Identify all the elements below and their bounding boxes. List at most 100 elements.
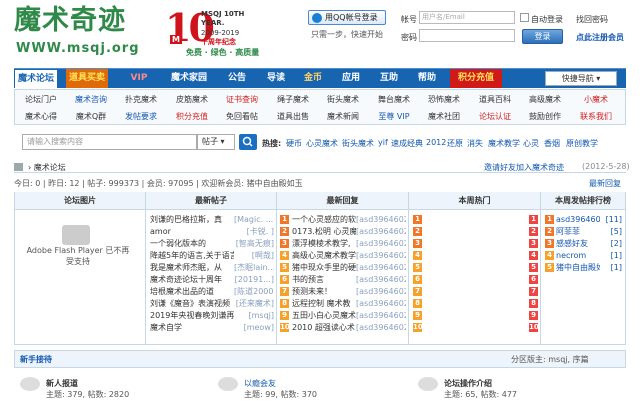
subnav-item[interactable]: 论坛门户 <box>15 94 67 105</box>
subnav-item[interactable]: 高级魔术 <box>519 94 571 105</box>
latest-reply-link[interactable]: 最新回复 <box>589 178 621 189</box>
subnav-item[interactable]: 绳子魔术 <box>267 94 319 105</box>
nav-guide[interactable]: 导读 <box>255 69 297 88</box>
forum-name[interactable]: 以瘾会友 <box>244 378 276 389</box>
latest-reply-title[interactable]: 书的预言 <box>292 274 356 285</box>
latest-reply-author[interactable]: [asd39646026] <box>356 310 406 321</box>
auto-login-checkbox[interactable] <box>520 13 529 22</box>
subnav-item[interactable]: 扑克魔术 <box>115 94 167 105</box>
search-input[interactable]: 请输入搜索内容 <box>22 134 197 150</box>
search-button[interactable] <box>239 134 257 150</box>
latest-reply-title[interactable]: 猪中现众手里的硬 <box>292 262 356 273</box>
latest-post-title[interactable]: 降越5年的语言,关于语言. <box>150 250 234 261</box>
latest-reply-author[interactable]: [asd39646026] <box>356 238 406 249</box>
latest-post-author[interactable]: [meow] <box>234 322 274 333</box>
nav-help[interactable]: 帮助 <box>406 69 448 88</box>
forum-name[interactable]: 新人报道 <box>46 378 78 389</box>
ranking-user[interactable]: necrom <box>556 250 600 261</box>
latest-post-title[interactable]: 一个弱化版本的 <box>150 238 234 249</box>
hot-search-term[interactable]: 香烟 <box>544 138 560 149</box>
latest-post-title[interactable]: 魔术自学 <box>150 322 234 333</box>
login-button[interactable]: 登录 <box>522 29 563 44</box>
subnav-item[interactable]: 魔术咨询 <box>65 94 117 105</box>
subnav-item[interactable]: 舞台魔术 <box>368 94 420 105</box>
subnav-item[interactable]: 至尊 VIP <box>368 111 420 122</box>
subnav-item[interactable]: 街头魔术 <box>317 94 369 105</box>
subnav-item[interactable]: 论坛认证 <box>469 111 521 122</box>
subnav-item[interactable]: 魔术社团 <box>418 111 470 122</box>
latest-reply-author[interactable]: [asd39646026] <box>356 250 406 261</box>
password-input[interactable] <box>419 29 515 42</box>
hot-search-term[interactable]: 心灵 <box>523 138 539 149</box>
latest-reply-author[interactable]: [asd39646026] <box>356 298 406 309</box>
subnav-item[interactable]: 积分充值 <box>166 111 218 122</box>
quick-nav-dropdown[interactable]: 快捷导航 ▾ <box>545 71 617 86</box>
latest-reply-title[interactable]: 高级心灵魔术教学 <box>292 250 356 261</box>
hot-search-term[interactable]: 还原 <box>447 138 463 149</box>
latest-post-author[interactable]: [20191...] <box>234 274 274 285</box>
latest-post-author[interactable]: [Magic. ...] <box>234 214 274 225</box>
latest-reply-author[interactable]: [asd39646026] <box>356 262 406 273</box>
subnav-item[interactable]: 恐怖魔术 <box>418 94 470 105</box>
subnav-item[interactable]: 道具出售 <box>267 111 319 122</box>
hot-search-term[interactable]: 心灵魔术 <box>306 138 338 149</box>
hot-search-term[interactable]: 街头魔术 <box>342 138 374 149</box>
home-icon[interactable] <box>14 163 23 171</box>
subnav-item[interactable]: 证书查询 <box>216 94 268 105</box>
latest-post-author[interactable]: [卡锐. ] <box>234 226 274 237</box>
hot-search-term[interactable]: 2012 <box>426 138 446 147</box>
latest-post-author[interactable]: [还来魔术] <box>234 298 274 309</box>
subnav-item[interactable]: 魔术Q群 <box>65 111 117 122</box>
latest-reply-title[interactable]: 一个心灵感应的软 <box>292 214 356 225</box>
subnav-item[interactable]: 鼓励创作 <box>519 111 571 122</box>
subnav-item[interactable]: 免回看帖 <box>216 111 268 122</box>
latest-post-author[interactable]: [msqj] <box>234 310 274 321</box>
site-logo[interactable]: 魔术奇迹 <box>14 6 126 36</box>
latest-reply-title[interactable]: 远程控制 魔术教 <box>292 298 356 309</box>
hot-search-term[interactable]: 原创教学 <box>566 138 598 149</box>
latest-reply-title[interactable]: 预测未来！ <box>292 286 356 297</box>
breadcrumb-item[interactable]: 魔术论坛 <box>34 163 66 172</box>
subnav-item[interactable]: 联系我们 <box>570 111 622 122</box>
latest-post-title[interactable]: 2019年央视春晚刘谦再登. <box>150 310 234 321</box>
subnav-item[interactable]: 魔术心得 <box>15 111 67 122</box>
hot-search-term[interactable]: 魔术教学 <box>488 138 520 149</box>
subnav-item[interactable]: 皮筋魔术 <box>166 94 218 105</box>
ranking-user[interactable]: 感感好友 <box>556 238 600 249</box>
latest-post-title[interactable]: 我是魔术师杰眠，从 <box>150 262 234 273</box>
nav-vip[interactable]: VIP <box>118 69 160 88</box>
latest-post-author[interactable]: [啊哉] <box>234 250 274 261</box>
ranking-user[interactable]: asd39646026 <box>556 214 600 225</box>
latest-post-author[interactable]: [智高无痕] <box>234 238 274 249</box>
forgot-password-link[interactable]: 找回密码 <box>576 14 608 25</box>
subnav-item[interactable]: 道具百科 <box>469 94 521 105</box>
latest-reply-title[interactable]: 2010 超强读心术 <box>292 322 356 333</box>
ranking-user[interactable]: 猪中自由殿如 <box>556 262 600 273</box>
forum-name[interactable]: 论坛操作介绍 <box>444 378 492 389</box>
latest-post-title[interactable]: 魔术奇迹论坛十周年 <box>150 274 234 285</box>
latest-reply-author[interactable]: [asd39646026] <box>356 226 406 237</box>
register-link[interactable]: 点此注册会员 <box>576 32 624 43</box>
latest-reply-title[interactable]: 漂浮模棱术教学, <box>292 238 356 249</box>
hot-search-term[interactable]: 硬币 <box>286 138 302 149</box>
subnav-item[interactable]: 魔术新闻 <box>317 111 369 122</box>
latest-post-title[interactable]: 刘谦的巴格拉斯，真 <box>150 214 234 225</box>
nav-gold[interactable]: 金币 <box>292 69 334 88</box>
latest-reply-title[interactable]: 五田小白心灵魔术 <box>292 310 356 321</box>
nav-announcement[interactable]: 公告 <box>216 69 258 88</box>
hot-search-term[interactable]: yif <box>378 138 388 147</box>
latest-post-title[interactable]: amor <box>150 226 234 237</box>
search-type-select[interactable]: 帖子 ▾ <box>197 134 235 150</box>
latest-reply-author[interactable]: [asd39646026] <box>356 274 406 285</box>
ranking-user[interactable]: 阿菲菲 <box>556 226 600 237</box>
hot-search-term[interactable]: 消失 <box>467 138 483 149</box>
latest-post-title[interactable]: 刘谦《魔音》表演视频 <box>150 298 234 309</box>
latest-reply-author[interactable]: [asd39646026] <box>356 214 406 225</box>
subnav-item[interactable]: 小魔术 <box>570 94 622 105</box>
latest-reply-author[interactable]: [asd39646026] <box>356 322 406 333</box>
account-input[interactable]: 用户名/Email <box>419 11 515 24</box>
nav-recharge[interactable]: 积分充值 <box>450 69 502 88</box>
nav-help-each[interactable]: 互助 <box>368 69 410 88</box>
nav-forum[interactable]: 魔术论坛 <box>14 69 58 88</box>
section-title[interactable]: 新手接待 <box>20 354 52 365</box>
